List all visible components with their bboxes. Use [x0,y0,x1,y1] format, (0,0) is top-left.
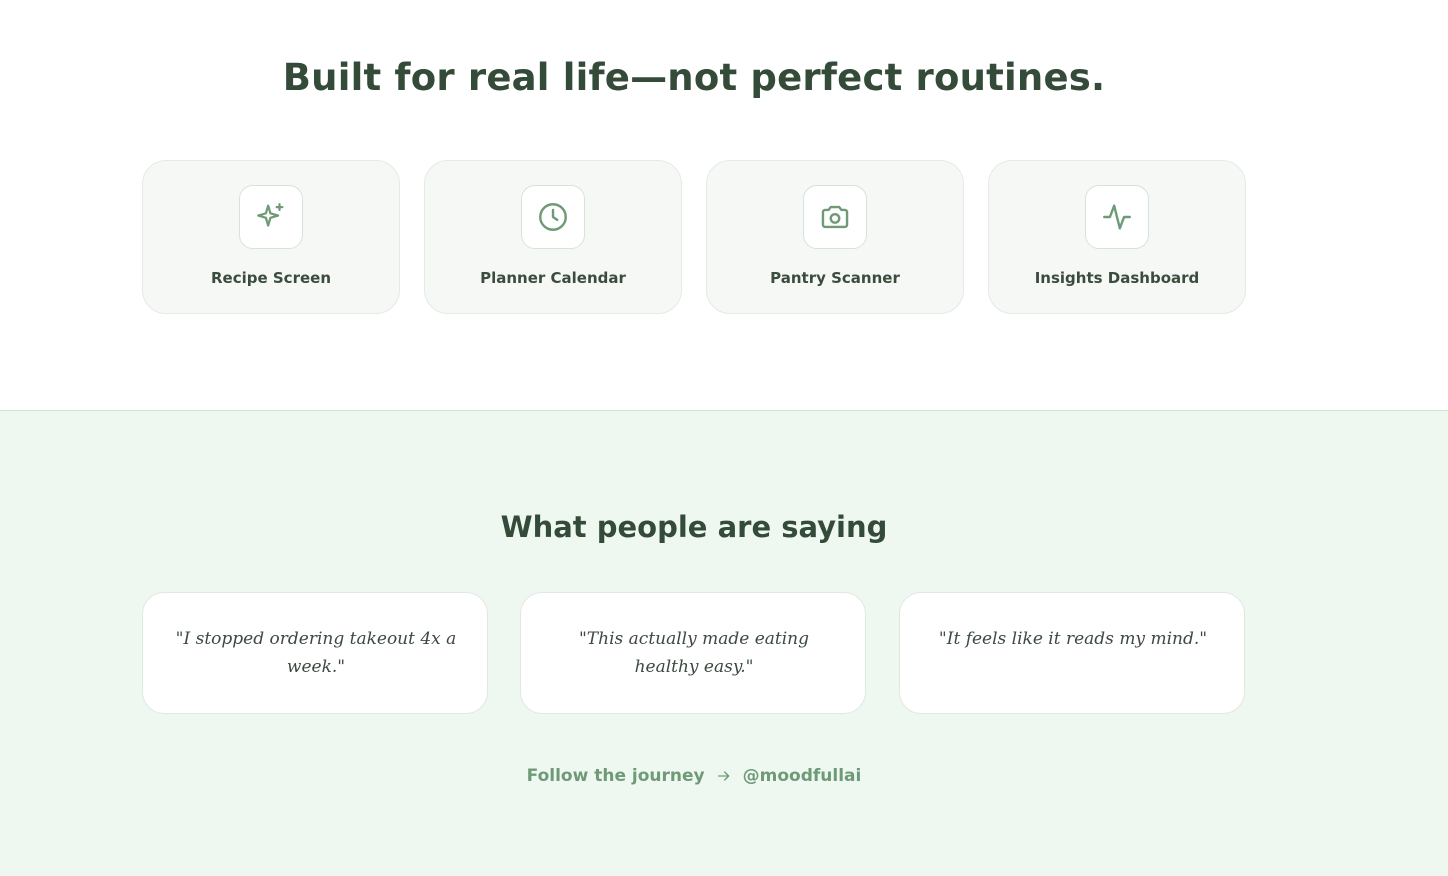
testimonials-title: What people are saying [500,510,888,544]
testimonial-card: "This actually made eating healthy easy.… [520,592,866,714]
follow-label: Follow the journey [526,766,705,786]
social-handle-link[interactable]: @moodfullai [743,763,862,789]
arrow-right-icon [717,771,729,781]
features-section: Built for real life—not perfect routines… [0,0,1448,410]
testimonial-quote: "I stopped ordering takeout 4x a week." [175,629,457,677]
follow-journey-link[interactable]: Follow the journey @moodfullai [0,763,1388,789]
sparkles-icon [239,185,303,249]
feature-card-insights-dashboard[interactable]: Insights Dashboard [988,160,1246,314]
feature-label: Recipe Screen [210,269,331,287]
testimonials-section: What people are saying "I stopped orderi… [0,410,1448,876]
feature-label: Planner Calendar [480,269,626,287]
testimonial-quote: "This actually made eating healthy easy.… [578,629,810,677]
feature-card-planner-calendar[interactable]: Planner Calendar [424,160,682,314]
testimonial-card: "I stopped ordering takeout 4x a week." [142,592,488,714]
feature-label: Insights Dashboard [1034,269,1200,287]
features-title: Built for real life—not perfect routines… [282,56,1106,99]
feature-card-pantry-scanner[interactable]: Pantry Scanner [706,160,964,314]
testimonial-quote: "It feels like it reads my mind." [938,629,1208,649]
feature-label: Pantry Scanner [770,269,900,287]
camera-icon [803,185,867,249]
activity-icon [1085,185,1149,249]
testimonial-card: "It feels like it reads my mind." [899,592,1245,714]
clock-icon [521,185,585,249]
feature-card-recipe-screen[interactable]: Recipe Screen [142,160,400,314]
